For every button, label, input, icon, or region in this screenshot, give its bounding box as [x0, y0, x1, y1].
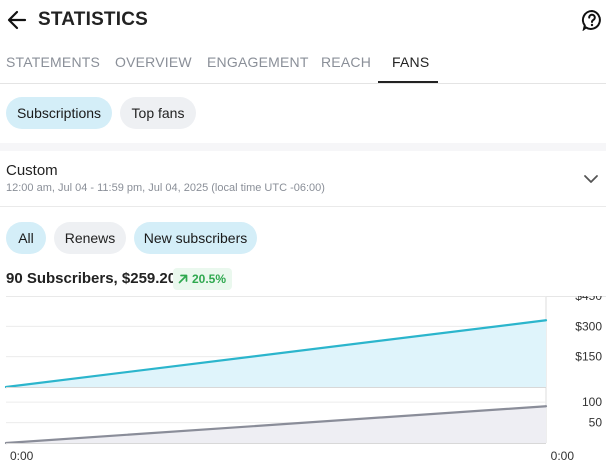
growth-badge: 20.5% — [173, 268, 233, 290]
date-range-selector[interactable]: Custom 12:00 am, Jul 04 - 11:59 pm, Jul … — [0, 151, 606, 207]
revenue-y-tick-label: $300 — [575, 319, 602, 333]
subscriptions-chip[interactable]: Subscriptions — [6, 97, 112, 129]
all-chip[interactable]: All — [6, 222, 46, 254]
app-header: STATISTICS — [0, 0, 606, 40]
subscriptions-chip-label: Subscriptions — [16, 105, 102, 121]
subscribers-y-tick-label: 50 — [589, 416, 603, 430]
section-divider — [0, 143, 606, 151]
new-subscribers-chip-label: New subscribers — [143, 230, 248, 246]
renews-chip[interactable]: Renews — [54, 222, 126, 254]
date-range-title: Custom — [6, 162, 58, 179]
top-fans-chip[interactable]: Top fans — [120, 97, 196, 129]
all-chip-label: All — [18, 230, 34, 246]
stats-tabs: STATEMENTS OVERVIEW ENGAGEMENT REACH FAN… — [0, 44, 606, 84]
x-tick-label-start: 0:00 — [10, 449, 34, 463]
subscribers-summary: 90 Subscribers, $259.20 — [6, 270, 177, 287]
subscribers-y-tick-label: 100 — [582, 395, 602, 409]
tab-fans[interactable]: FANS — [392, 54, 429, 70]
date-range-text: 12:00 am, Jul 04 - 11:59 pm, Jul 04, 202… — [6, 182, 325, 194]
renews-chip-label: Renews — [64, 230, 116, 246]
revenue-y-tick-label: $150 — [575, 350, 602, 364]
chevron-down-icon — [584, 175, 598, 183]
tab-reach[interactable]: REACH — [321, 54, 371, 70]
top-fans-chip-label: Top fans — [131, 105, 185, 121]
tab-overview[interactable]: OVERVIEW — [115, 54, 192, 70]
back-button[interactable] — [6, 8, 28, 32]
page-title: STATISTICS — [38, 9, 149, 30]
revenue-y-tick-label: $450 — [575, 296, 602, 303]
arrow-up-right-icon — [178, 274, 188, 284]
subscribers-chart: $450 $300 $150 100 50 0:00 0:00 — [4, 296, 606, 463]
question-circle-icon — [581, 9, 601, 32]
help-button[interactable] — [581, 9, 603, 32]
active-tab-indicator — [378, 81, 438, 83]
growth-value: 20.5% — [192, 272, 227, 286]
x-tick-label-end: 0:00 — [551, 449, 575, 463]
tab-engagement[interactable]: ENGAGEMENT — [207, 54, 309, 70]
arrow-left-icon — [7, 10, 27, 30]
new-subscribers-chip[interactable]: New subscribers — [134, 222, 257, 254]
tab-statements[interactable]: STATEMENTS — [6, 54, 100, 70]
